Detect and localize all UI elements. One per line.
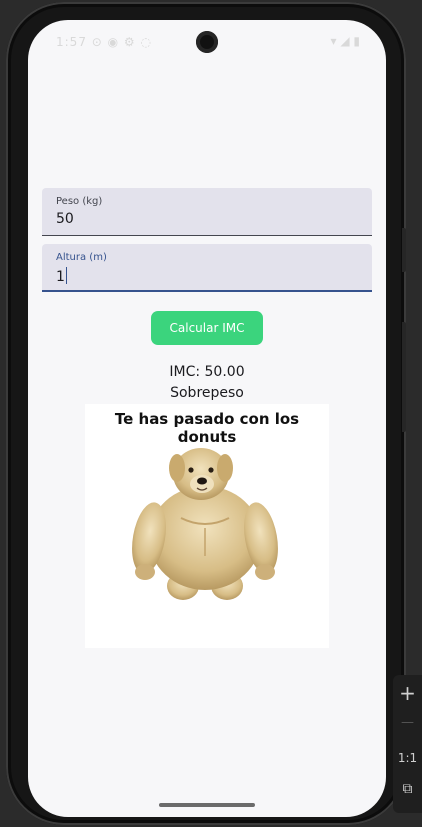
zoom-in-button[interactable]: + [393, 681, 422, 705]
status-bar-right: ▾ ◢ ▮ [330, 34, 360, 48]
calculate-bmi-button[interactable]: Calcular IMC [151, 311, 263, 345]
height-field-label: Altura (m) [56, 252, 107, 263]
weight-field-label: Peso (kg) [56, 196, 103, 207]
meme-image-card: Te has pasado con los donuts [85, 404, 329, 648]
volume-button [402, 322, 406, 432]
status-bar-left: 1:57 ⊙ ◉ ⚙ ◌ [56, 35, 152, 49]
front-camera [196, 31, 218, 53]
power-button [402, 228, 406, 272]
weight-field-value: 50 [56, 211, 74, 227]
buff-dog-image [132, 448, 278, 600]
bmi-result: IMC: 50.00 [169, 364, 245, 380]
phone-screen: 1:57 ⊙ ◉ ⚙ ◌ ▾ ◢ ▮ Peso (kg) 50 Altura (… [28, 20, 386, 817]
actual-size-button[interactable]: 1:1 [393, 751, 422, 765]
weight-field[interactable]: Peso (kg) 50 [42, 188, 372, 236]
home-indicator[interactable] [159, 803, 255, 807]
height-field-value-wrap: 1 [56, 267, 68, 285]
bmi-category: Sobrepeso [170, 385, 244, 401]
zoom-out-button[interactable]: — [393, 715, 422, 730]
height-field[interactable]: Altura (m) 1 [42, 244, 372, 292]
status-bar: 1:57 ⊙ ◉ ⚙ ◌ ▾ ◢ ▮ [28, 20, 386, 64]
text-caret [65, 267, 68, 284]
height-field-value: 1 [56, 269, 65, 285]
emulator-window: 1:57 ⊙ ◉ ⚙ ◌ ▾ ◢ ▮ Peso (kg) 50 Altura (… [0, 0, 422, 827]
fit-screen-icon[interactable]: ⧉ [393, 781, 422, 797]
emulator-side-toolbar: + — 1:1 ⧉ [393, 675, 422, 813]
